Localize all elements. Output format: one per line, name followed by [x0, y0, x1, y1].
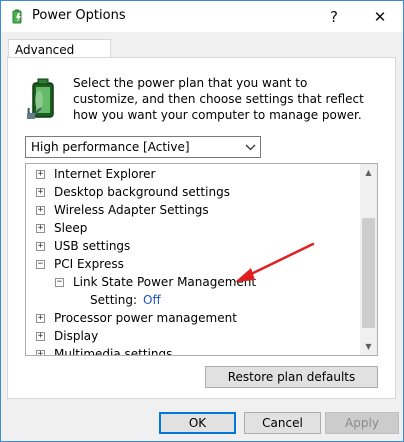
scroll-down-icon[interactable]: ▼	[360, 338, 377, 355]
tree-item-label: Wireless Adapter Settings	[54, 203, 209, 217]
chevron-down-icon[interactable]	[240, 138, 260, 156]
tab-strip: Advanced settings	[1, 32, 403, 77]
help-button[interactable]: ?	[311, 1, 357, 32]
tree-item-multimedia[interactable]: + Multimedia settings	[36, 345, 173, 356]
title-bar: Power Options ? ✕	[1, 1, 403, 32]
annotation-arrow-icon	[235, 242, 315, 282]
collapse-icon[interactable]: −	[36, 259, 45, 269]
expand-icon[interactable]: +	[36, 223, 45, 233]
power-plan-select[interactable]: High performance [Active]	[25, 136, 261, 158]
settings-tree[interactable]: + Internet Explorer + Desktop background…	[25, 163, 378, 356]
ok-button[interactable]: OK	[159, 412, 236, 434]
expand-icon[interactable]: +	[36, 349, 45, 355]
expand-icon[interactable]: +	[36, 241, 45, 251]
expand-icon[interactable]: +	[36, 331, 45, 341]
scroll-thumb[interactable]	[362, 218, 375, 328]
tree-item-internet-explorer[interactable]: + Internet Explorer	[36, 165, 155, 183]
tree-item-label: Desktop background settings	[54, 185, 230, 199]
setting-value-link[interactable]: Off	[143, 293, 161, 307]
tree-item-desktop-background[interactable]: + Desktop background settings	[36, 183, 230, 201]
tree-item-label: Sleep	[54, 221, 88, 235]
expand-icon[interactable]: +	[36, 169, 45, 179]
tree-item-display[interactable]: + Display	[36, 327, 98, 345]
tree-item-label: Multimedia settings	[54, 347, 173, 356]
apply-button[interactable]: Apply	[325, 412, 399, 434]
tree-scrollbar[interactable]: ▲ ▼	[360, 164, 377, 355]
tree-item-label: PCI Express	[54, 257, 124, 271]
power-options-icon	[12, 9, 22, 24]
tree-item-pci-express[interactable]: − PCI Express	[36, 255, 124, 273]
close-button[interactable]: ✕	[357, 1, 403, 32]
tree-item-processor-power[interactable]: + Processor power management	[36, 309, 237, 327]
scroll-up-icon[interactable]: ▲	[360, 164, 377, 181]
window-title: Power Options	[32, 8, 126, 23]
setting-label: Setting:	[90, 293, 138, 307]
tree-item-label: Display	[54, 329, 99, 343]
expand-icon[interactable]: +	[36, 187, 45, 197]
tree-item-label: Link State Power Management	[73, 275, 257, 289]
collapse-icon[interactable]: −	[55, 277, 64, 287]
battery-icon	[27, 78, 54, 119]
power-plan-value: High performance [Active]	[31, 140, 190, 154]
tree-item-label: USB settings	[54, 239, 131, 253]
tree-item-link-state-power[interactable]: − Link State Power Management	[55, 273, 256, 291]
tab-advanced-settings[interactable]: Advanced settings	[8, 39, 111, 77]
expand-icon[interactable]: +	[36, 205, 45, 215]
tree-item-sleep[interactable]: + Sleep	[36, 219, 87, 237]
power-options-window: Power Options ? ✕ Advanced settings Sele…	[0, 0, 404, 442]
tree-item-label: Internet Explorer	[54, 167, 156, 181]
cancel-button[interactable]: Cancel	[244, 412, 321, 434]
restore-plan-defaults-button[interactable]: Restore plan defaults	[205, 366, 378, 388]
description-text: Select the power plan that you want to c…	[73, 76, 364, 122]
expand-icon[interactable]: +	[36, 313, 45, 323]
tree-item-usb-settings[interactable]: + USB settings	[36, 237, 130, 255]
tree-item-setting[interactable]: Setting: Off	[90, 291, 161, 309]
tree-item-label: Processor power management	[54, 311, 237, 325]
tree-item-wireless-adapter[interactable]: + Wireless Adapter Settings	[36, 201, 209, 219]
